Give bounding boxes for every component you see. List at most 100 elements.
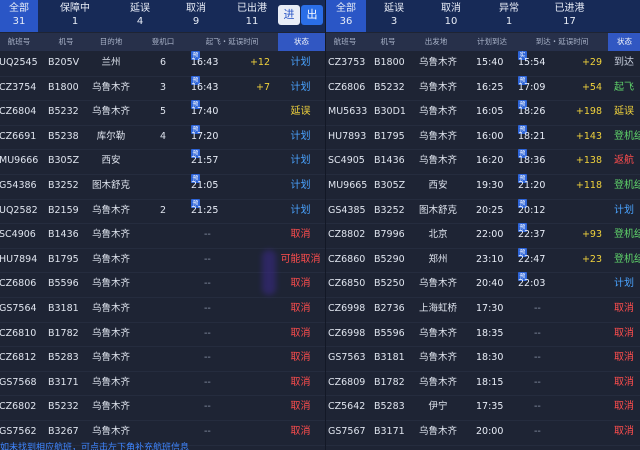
- time-value: --: [204, 376, 211, 388]
- origin: 上海虹桥: [418, 303, 457, 314]
- stat-tab[interactable]: 已进港 17: [538, 0, 601, 32]
- stat-tab[interactable]: 延误 4: [112, 0, 168, 32]
- table-row[interactable]: CZ6804 B5232 乌鲁木齐 5 预 17:40 延误: [0, 100, 325, 126]
- planned-arrival: 23:10: [476, 253, 504, 265]
- stat-label: 异常: [499, 3, 519, 14]
- departures-toggle[interactable]: 出: [301, 5, 323, 25]
- table-row[interactable]: UQ2545 B205V 兰州 6 预 16:43 +12 计划: [0, 51, 325, 77]
- flight-number: CZ6998: [328, 303, 366, 314]
- flight-number: CZ6691: [0, 130, 37, 142]
- aircraft-number: B1782: [48, 327, 79, 339]
- stat-label: 延误: [130, 3, 150, 14]
- table-row[interactable]: SC4905 B1436 乌鲁木齐 16:20 预 18:36 +138 返航: [326, 149, 640, 175]
- footer-hint[interactable]: 如未找到相应航班，可点击左下角补充航班信息: [0, 440, 189, 450]
- stat-label: 取消: [441, 3, 461, 14]
- flight-status: 返航: [614, 155, 634, 167]
- table-row[interactable]: CZ6812 B5283 乌鲁木齐 -- 取消: [0, 346, 325, 372]
- table-row[interactable]: CZ5642 B5283 伊宁 17:35 -- 取消: [326, 395, 640, 421]
- table-row[interactable]: CZ6850 B5250 乌鲁木齐 20:40 预 22:03 计划: [326, 272, 640, 298]
- table-row[interactable]: CZ6998 B5596 乌鲁木齐 18:35 -- 取消: [326, 322, 640, 348]
- table-row[interactable]: MU5633 B30D1 乌鲁木齐 16:05 预 18:26 +198 延误: [326, 100, 640, 126]
- time-value: 17:40: [191, 106, 219, 118]
- time-value: --: [204, 352, 211, 364]
- time-value: 22:03: [518, 278, 546, 290]
- aircraft-number: B5232: [48, 106, 79, 118]
- planned-arrival: 20:40: [476, 278, 504, 290]
- flight-status: 登机结束: [614, 180, 640, 191]
- stat-tab[interactable]: 已出港 11: [224, 0, 280, 32]
- planned-arrival: 15:40: [476, 57, 504, 68]
- origin: 乌鲁木齐: [412, 445, 464, 450]
- time-value: --: [204, 253, 211, 265]
- flight-status: 取消: [614, 303, 634, 314]
- time-value: 15:54: [518, 57, 546, 68]
- table-row[interactable]: SC4906 B1436 乌鲁木齐 -- 取消: [0, 223, 325, 249]
- departures-stats-bar: 全部 31 保障中 1 延误 4 取消 9 已出港 11: [0, 0, 325, 32]
- table-row[interactable]: CZ6806 B5232 乌鲁木齐 16:25 预 17:09 +54 起飞: [326, 75, 640, 102]
- gate: 3: [159, 81, 167, 93]
- aircraft-number: B1800: [374, 57, 405, 68]
- table-row[interactable]: CZ6810 B1782 乌鲁木齐 -- 取消: [0, 322, 325, 348]
- stat-tab[interactable]: 全部 36: [326, 0, 366, 32]
- table-row[interactable]: CZ6691 B5238 库尔勒 4 预 17:20 计划: [0, 124, 325, 151]
- time-value: 21:25: [191, 204, 219, 216]
- flight-status: 取消: [290, 352, 311, 364]
- gate: 2: [159, 204, 167, 216]
- time-value: --: [204, 229, 211, 241]
- flight-status: 取消: [290, 376, 311, 388]
- table-row[interactable]: HU7894 B1795 乌鲁木齐 -- 可能取消: [0, 248, 325, 274]
- table-row[interactable]: UQ2582 B2159 乌鲁木齐 2 预 21:25 计划: [0, 198, 325, 225]
- stat-tab[interactable]: 取消 10: [422, 0, 480, 32]
- planned-arrival: 19:30: [476, 180, 504, 191]
- table-row[interactable]: CZ6801 B5232 乌鲁木齐: [326, 445, 640, 450]
- table-row[interactable]: MU9666 B305Z 西安预 21:57 计划: [0, 149, 325, 175]
- table-row[interactable]: GS4385 B3252 图木舒克 20:25 预 20:12 计划: [326, 198, 640, 225]
- stat-tab[interactable]: 取消 9: [168, 0, 224, 32]
- departures-panel: 全部 31 保障中 1 延误 4 取消 9 已出港 11 进 出 航班号 机号 目的地 登机口 起飞・延误…: [0, 0, 325, 450]
- stat-tab[interactable]: 保障中 1: [38, 0, 112, 32]
- column-header: 状态: [608, 33, 640, 51]
- stat-count: 1: [71, 16, 79, 27]
- table-row[interactable]: MU9665B305Z西安19:30预21:20+118登机结束: [326, 174, 640, 200]
- planned-arrival: 16:25: [476, 81, 504, 93]
- flight-status: 计划: [290, 57, 311, 68]
- table-row[interactable]: CZ6809 B1782 乌鲁木齐 18:15 -- 取消: [326, 371, 640, 397]
- table-row[interactable]: GS7564 B3181 乌鲁木齐 -- 取消: [0, 297, 325, 323]
- aircraft-number: B5283: [374, 401, 405, 413]
- table-row[interactable]: GS7567 B3171 乌鲁木齐 20:00 -- 取消: [326, 420, 640, 446]
- table-row[interactable]: GS7563 B3181 乌鲁木齐 18:30 -- 取消: [326, 346, 640, 372]
- stat-count: 36: [339, 16, 353, 27]
- origin: 西安: [428, 180, 448, 191]
- origin: 乌鲁木齐: [418, 106, 457, 118]
- stat-tab[interactable]: 异常 1: [480, 0, 538, 32]
- table-row[interactable]: CZ6806 B5596 乌鲁木齐 -- 取消: [0, 272, 325, 298]
- time-value: 16:43: [191, 57, 219, 68]
- stat-count: 1: [505, 16, 513, 27]
- arrivals-panel: 全部 36 延误 3 取消 10 异常 1 已进港 17 航班号 机号 出发地 计划到达 到达・延误时间状…: [325, 0, 640, 450]
- table-row[interactable]: CZ6860B5290郑州23:10预22:47+23登机结束: [326, 247, 640, 274]
- stat-tab[interactable]: 延误 3: [366, 0, 422, 32]
- stat-count: 9: [192, 16, 200, 27]
- origin: 乌鲁木齐: [418, 155, 457, 167]
- table-row[interactable]: CZ3754 B1800 乌鲁木齐 3 预 16:43 +7 计划: [0, 75, 325, 102]
- aircraft-number: B3171: [48, 376, 79, 388]
- table-row[interactable]: CZ6998 B2736 上海虹桥 17:30 -- 取消: [326, 297, 640, 323]
- time-value: 18:36: [518, 155, 546, 167]
- time-value: --: [204, 401, 211, 413]
- table-row[interactable]: HU7893B1795乌鲁木齐16:00预18:21+143登机结束: [326, 124, 640, 151]
- stat-count: 17: [563, 16, 576, 27]
- table-row[interactable]: G54386 B3252 图木舒克预 21:05 计划: [0, 174, 325, 200]
- stat-tab[interactable]: 全部 31: [0, 0, 38, 32]
- stat-label: 已进港: [554, 3, 585, 14]
- table-row[interactable]: GS7568 B3171 乌鲁木齐 -- 取消: [0, 371, 325, 397]
- origin: 北京: [428, 229, 448, 241]
- arrivals-toggle[interactable]: 进: [278, 5, 300, 25]
- table-row[interactable]: CZ8802B7996北京22:00预22:37+93登机结束: [326, 223, 640, 249]
- aircraft-number: B1436: [374, 155, 405, 167]
- stat-count: 4: [136, 16, 144, 27]
- delay-minutes: +198: [575, 106, 602, 118]
- table-row[interactable]: CZ3753 B1800 乌鲁木齐 15:40 实 15:54 +29 到达: [326, 51, 640, 77]
- table-row[interactable]: CZ6802 B5232 乌鲁木齐 -- 取消: [0, 395, 325, 421]
- time-value: 21:57: [191, 155, 219, 167]
- flight-number: CZ6806: [328, 81, 366, 93]
